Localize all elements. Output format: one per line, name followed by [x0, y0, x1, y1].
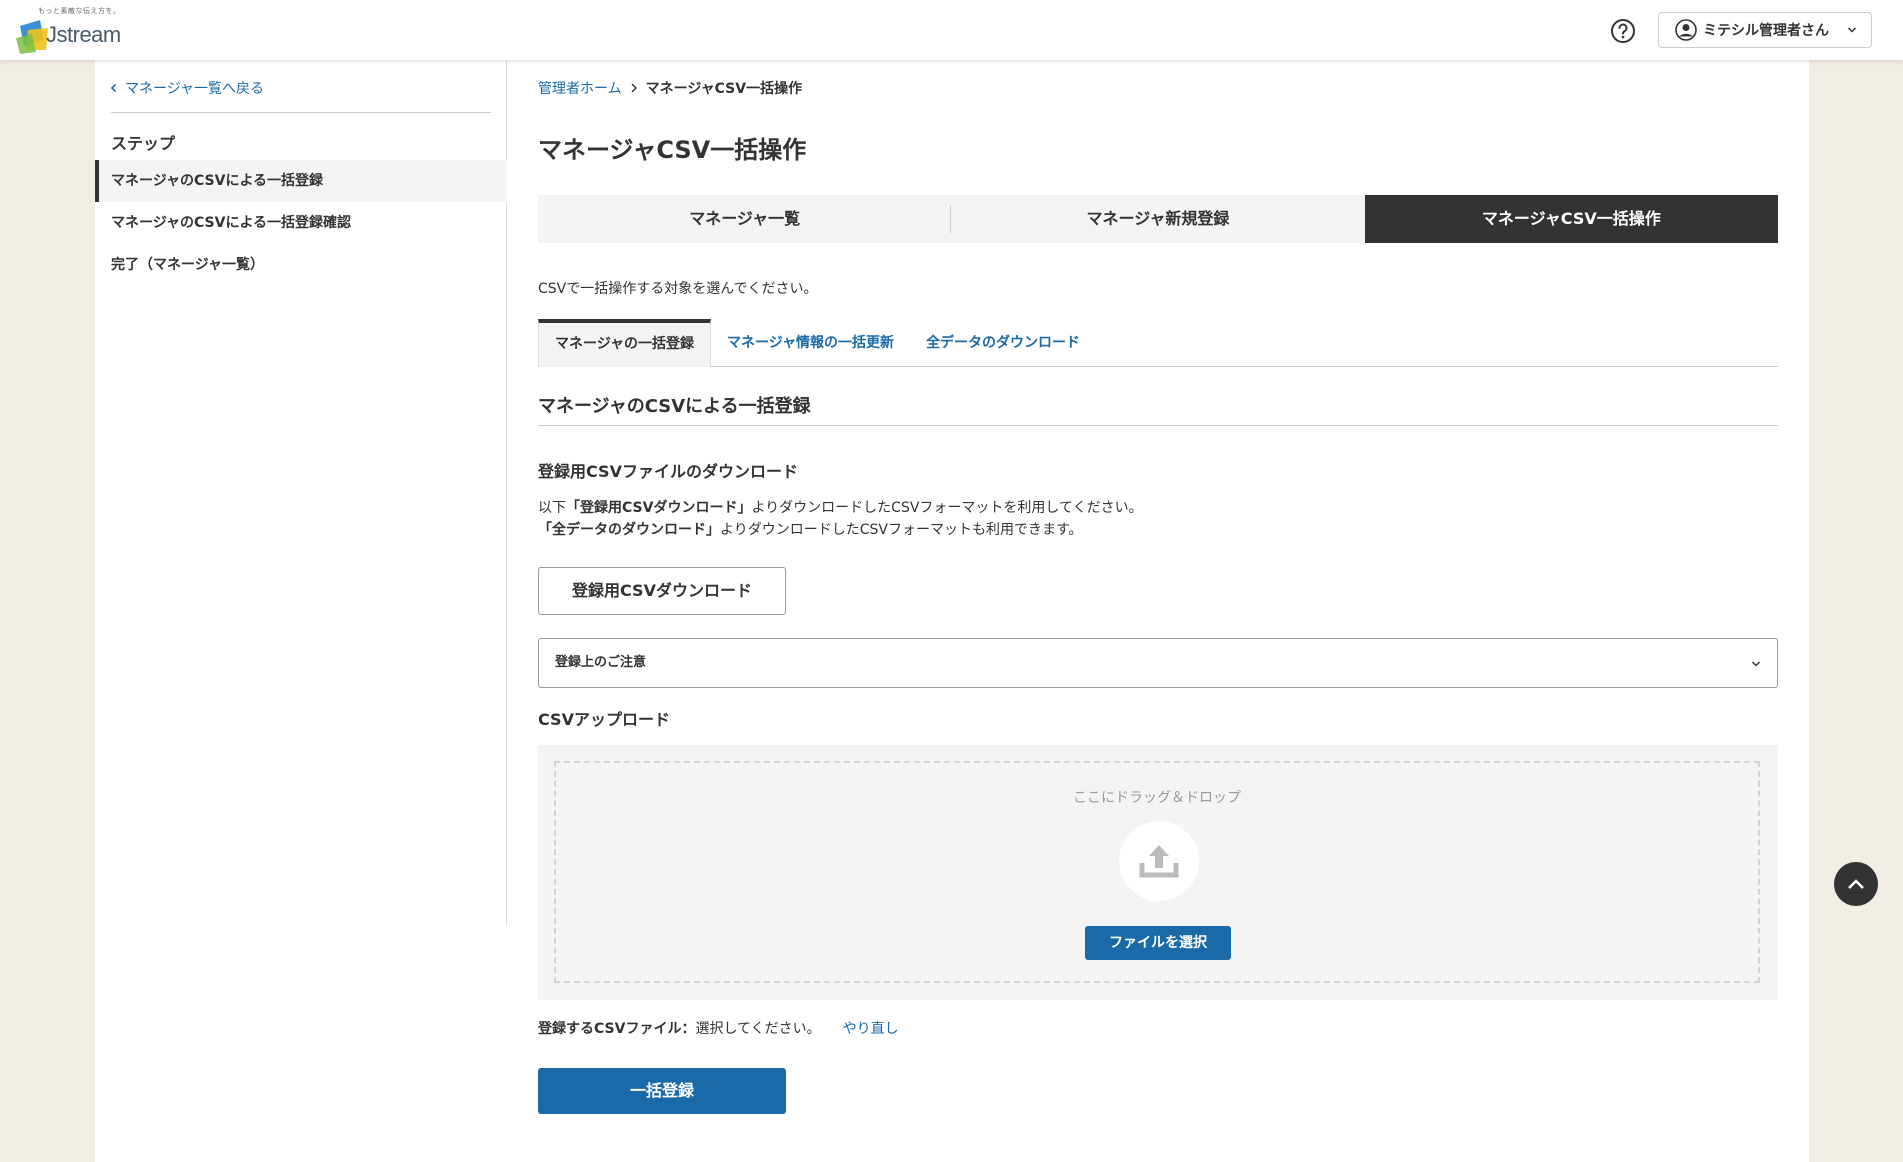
csv-template-download-button[interactable]: 登録用CSVダウンロード	[538, 567, 786, 615]
upload-heading: CSVアップロード	[538, 710, 670, 729]
step-item-csv-register: マネージャのCSVによる一括登録	[95, 160, 507, 202]
file-select-button[interactable]: ファイルを選択	[1085, 926, 1231, 960]
tab-manager-list[interactable]: マネージャ一覧	[538, 195, 952, 243]
chevron-up-icon	[1848, 879, 1864, 889]
chevron-down-icon	[1847, 27, 1857, 33]
step-item-complete: 完了（マネージャ一覧）	[111, 257, 265, 273]
tab-manager-new[interactable]: マネージャ新規登録	[951, 195, 1365, 243]
para1-bold: 「登録用CSVダウンロード」	[566, 500, 752, 516]
sidebar-divider	[111, 112, 491, 113]
main-tabs: マネージャ一覧 マネージャ新規登録 マネージャCSV一括操作	[538, 195, 1778, 243]
user-menu-button[interactable]: ミテシル管理者さん	[1658, 12, 1872, 48]
jstream-logo[interactable]: もっと素敵な伝え方を。 Jstream	[14, 6, 124, 54]
tab-manager-csv[interactable]: マネージャCSV一括操作	[1364, 195, 1778, 243]
back-to-manager-list-link[interactable]: マネージャ一覧へ戻る	[109, 78, 264, 98]
subtab-bulk-register[interactable]: マネージャの一括登録	[538, 319, 712, 367]
subtab-bulk-update[interactable]: マネージャ情報の一括更新	[711, 319, 910, 366]
user-avatar-icon	[1675, 19, 1697, 41]
para1-suffix: よりダウンロードしたCSVフォーマットを利用してください。	[751, 500, 1143, 516]
para1-prefix: 以下	[538, 500, 566, 516]
logo-tagline: もっと素敵な伝え方を。	[38, 7, 121, 15]
steps-title: ステップ	[111, 134, 176, 153]
registration-notice-accordion[interactable]: 登録上のご注意	[538, 638, 1778, 688]
chevron-down-icon	[1751, 661, 1761, 667]
user-name: ミテシル管理者さん	[1703, 23, 1829, 39]
sub-tabs: マネージャの一括登録 マネージャ情報の一括更新 全データのダウンロード	[538, 319, 1778, 367]
download-instruction-2: 「全データのダウンロード」よりダウンロードしたCSVフォーマットも利用できます。	[538, 519, 1083, 541]
chevron-left-icon	[110, 83, 117, 93]
selected-file-status: 登録するCSVファイル： 選択してください。 やり直し	[538, 1018, 899, 1038]
upload-icon	[1139, 845, 1179, 878]
file-value: 選択してください。	[695, 1021, 821, 1037]
breadcrumb: 管理者ホーム マネージャCSV一括操作	[538, 78, 802, 98]
drop-text: ここにドラッグ＆ドロップ	[1073, 790, 1241, 806]
upload-area: ここにドラッグ＆ドロップ ファイルを選択	[538, 745, 1778, 1000]
breadcrumb-current: マネージャCSV一括操作	[645, 81, 803, 97]
back-link-label: マネージャ一覧へ戻る	[125, 81, 265, 97]
retry-link[interactable]: やり直し	[843, 1018, 899, 1038]
para2-bold: 「全データのダウンロード」	[538, 522, 720, 538]
upload-icon-circle	[1119, 821, 1199, 901]
step-item-csv-confirm: マネージャのCSVによる一括登録確認	[111, 215, 352, 231]
top-header: もっと素敵な伝え方を。 Jstream ミテシル管理者さん	[0, 0, 1903, 60]
logo-text: Jstream	[46, 22, 121, 47]
para2-suffix: よりダウンロードしたCSVフォーマットも利用できます。	[720, 522, 1083, 538]
section-divider	[538, 425, 1778, 426]
content-container: マネージャ一覧へ戻る ステップ マネージャのCSVによる一括登録 マネージャのC…	[95, 60, 1809, 1162]
csv-description: CSVで一括操作する対象を選んでください。	[538, 281, 818, 297]
download-heading: 登録用CSVファイルのダウンロード	[538, 462, 798, 481]
subtab-download-all[interactable]: 全データのダウンロード	[910, 319, 1096, 366]
bulk-register-button[interactable]: 一括登録	[538, 1068, 786, 1114]
notice-label: 登録上のご注意	[555, 655, 647, 670]
breadcrumb-home-link[interactable]: 管理者ホーム	[538, 78, 622, 98]
download-instruction-1: 以下「登録用CSVダウンロード」よりダウンロードしたCSVフォーマットを利用して…	[538, 497, 1143, 519]
chevron-right-icon	[631, 83, 637, 93]
section-title: マネージャのCSVによる一括登録	[538, 396, 811, 417]
scroll-to-top-button[interactable]	[1834, 862, 1878, 906]
file-label: 登録するCSVファイル：	[538, 1021, 696, 1037]
drag-drop-zone[interactable]: ここにドラッグ＆ドロップ ファイルを選択	[554, 761, 1760, 983]
page-title: マネージャCSV一括操作	[538, 136, 807, 164]
step-sidebar: マネージャ一覧へ戻る ステップ マネージャのCSVによる一括登録 マネージャのC…	[95, 60, 507, 926]
help-icon[interactable]	[1610, 18, 1636, 44]
